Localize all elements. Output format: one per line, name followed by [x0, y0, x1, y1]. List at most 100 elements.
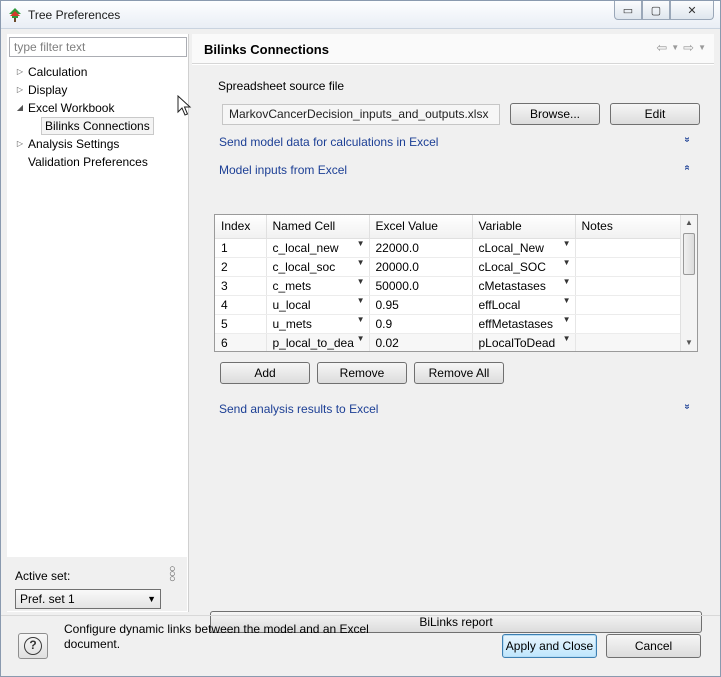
tree-item-excel-workbook[interactable]: ◢ Excel Workbook [7, 99, 189, 117]
filter-input[interactable] [9, 37, 187, 57]
back-menu-icon[interactable]: ▼ [671, 40, 679, 56]
help-icon: ? [24, 637, 42, 655]
table-row[interactable]: 2 c_local_soc ▼ 20000.0 cLocal_SOC ▼ [215, 257, 683, 277]
tree-item-bilinks-connections[interactable]: Bilinks Connections [7, 117, 189, 135]
active-set-value: Pref. set 1 [20, 592, 75, 606]
app-tree-icon [9, 8, 21, 22]
column-header-excel-value[interactable]: Excel Value [369, 215, 473, 239]
dropdown-arrow-icon[interactable]: ▼ [563, 277, 571, 286]
help-button[interactable]: ? [18, 633, 48, 659]
cell-excel-value: 50000.0 [369, 276, 473, 296]
forward-menu-icon[interactable]: ▼ [698, 40, 706, 56]
cell-variable[interactable]: effLocal ▼ [472, 295, 576, 315]
tree-item-validation-preferences[interactable]: Validation Preferences [7, 153, 189, 171]
scroll-down-icon[interactable]: ▼ [681, 335, 697, 351]
tree-item-analysis-settings[interactable]: ▷ Analysis Settings [7, 135, 189, 153]
model-inputs-section[interactable]: Model inputs from Excel [219, 163, 347, 177]
cell-notes[interactable] [575, 333, 683, 351]
expand-arrow-icon[interactable]: ▷ [15, 135, 25, 153]
dropdown-arrow-icon[interactable]: ▼ [357, 315, 365, 324]
table-row[interactable]: 6 p_local_to_dea ▼ 0.02 pLocalToDead ▼ [215, 333, 683, 351]
cell-index: 2 [215, 257, 267, 277]
remove-button[interactable]: Remove [317, 362, 407, 384]
cell-variable[interactable]: pLocalToDead ▼ [472, 333, 576, 351]
dropdown-arrow-icon[interactable]: ▼ [357, 334, 365, 343]
column-header-notes[interactable]: Notes [575, 215, 683, 239]
cell-excel-value: 20000.0 [369, 257, 473, 277]
cell-text: cMetastases [478, 278, 546, 293]
cell-notes[interactable] [575, 276, 683, 296]
back-arrow-icon[interactable]: ⇦ [656, 40, 667, 56]
dropdown-arrow-icon[interactable]: ▼ [357, 239, 365, 248]
cell-variable[interactable]: cLocal_SOC ▼ [472, 257, 576, 277]
expand-chevron-icon[interactable]: » [681, 137, 692, 143]
table-row[interactable]: 1 c_local_new ▼ 22000.0 cLocal_New ▼ [215, 238, 683, 258]
dropdown-arrow-icon[interactable]: ▼ [563, 258, 571, 267]
cell-variable[interactable]: cLocal_New ▼ [472, 238, 576, 258]
active-set-select[interactable]: Pref. set 1 ▼ [15, 589, 161, 609]
expand-arrow-icon[interactable]: ▷ [15, 81, 25, 99]
spreadsheet-source-label: Spreadsheet source file [218, 79, 345, 93]
send-analysis-results-section[interactable]: Send analysis results to Excel [219, 402, 378, 416]
cell-text: u_mets [272, 316, 312, 331]
table-row[interactable]: 4 u_local ▼ 0.95 effLocal ▼ [215, 295, 683, 315]
dropdown-arrow-icon: ▼ [147, 594, 156, 604]
maximize-button[interactable]: ▢ [642, 1, 670, 20]
cell-named-cell[interactable]: p_local_to_dea ▼ [266, 333, 370, 351]
cell-notes[interactable] [575, 238, 683, 258]
dropdown-arrow-icon[interactable]: ▼ [563, 239, 571, 248]
dropdown-arrow-icon[interactable]: ▼ [563, 315, 571, 324]
cell-named-cell[interactable]: u_mets ▼ [266, 314, 370, 334]
table-row[interactable]: 3 c_mets ▼ 50000.0 cMetastases ▼ [215, 276, 683, 296]
add-button[interactable]: Add [220, 362, 310, 384]
dropdown-arrow-icon[interactable]: ▼ [357, 258, 365, 267]
cell-excel-value: 0.9 [369, 314, 473, 334]
cancel-button[interactable]: Cancel [606, 634, 701, 658]
expand-chevron-icon[interactable]: » [681, 404, 692, 410]
cell-notes[interactable] [575, 295, 683, 315]
edit-button[interactable]: Edit [610, 103, 700, 125]
cell-variable[interactable]: cMetastases ▼ [472, 276, 576, 296]
scrollbar-thumb[interactable] [683, 233, 695, 275]
cell-named-cell[interactable]: c_mets ▼ [266, 276, 370, 296]
maximize-icon: ▢ [650, 4, 662, 17]
dropdown-arrow-icon[interactable]: ▼ [563, 296, 571, 305]
footer-separator [1, 615, 720, 616]
minimize-button[interactable]: ▭ [614, 1, 642, 20]
cell-text: c_mets [272, 278, 312, 293]
cell-text: p_local_to_dea [272, 335, 354, 350]
cell-named-cell[interactable]: c_local_new ▼ [266, 238, 370, 258]
column-header-variable[interactable]: Variable [472, 215, 576, 239]
cell-named-cell[interactable]: u_local ▼ [266, 295, 370, 315]
cell-notes[interactable] [575, 314, 683, 334]
more-options-icon[interactable]: ○ ○ ○ [169, 564, 176, 585]
forward-arrow-icon[interactable]: ⇨ [683, 40, 694, 56]
tree-item-calculation[interactable]: ▷ Calculation [7, 63, 189, 81]
tree-item-display[interactable]: ▷ Display [7, 81, 189, 99]
dropdown-arrow-icon[interactable]: ▼ [357, 277, 365, 286]
dropdown-arrow-icon[interactable]: ▼ [357, 296, 365, 305]
collapse-chevron-icon[interactable]: « [681, 165, 692, 171]
table-row[interactable]: 5 u_mets ▼ 0.9 effMetastases ▼ [215, 314, 683, 334]
dropdown-arrow-icon[interactable]: ▼ [563, 334, 571, 343]
cell-named-cell[interactable]: c_local_soc ▼ [266, 257, 370, 277]
scroll-up-icon[interactable]: ▲ [681, 215, 697, 231]
browse-button[interactable]: Browse... [510, 103, 600, 125]
column-header-named-cell[interactable]: Named Cell [266, 215, 370, 239]
table-vertical-scrollbar[interactable]: ▲ ▼ [680, 215, 697, 351]
close-button[interactable]: ✕ [670, 1, 714, 20]
tree-item-label: Validation Preferences [28, 155, 148, 169]
expand-arrow-icon[interactable]: ▷ [15, 63, 25, 81]
cell-notes[interactable] [575, 257, 683, 277]
page-description: Configure dynamic links between the mode… [64, 622, 369, 651]
cell-variable[interactable]: effMetastases ▼ [472, 314, 576, 334]
preferences-tree: ▷ Calculation ▷ Display ◢ Excel Workbook… [7, 63, 189, 171]
apply-and-close-button[interactable]: Apply and Close [502, 634, 597, 658]
close-icon: ✕ [687, 4, 697, 17]
table-header-row: Index Named Cell Excel Value Variable No… [215, 215, 683, 239]
column-header-index[interactable]: Index [215, 215, 267, 239]
send-model-data-section[interactable]: Send model data for calculations in Exce… [219, 135, 438, 149]
tree-item-label: Excel Workbook [28, 101, 115, 115]
collapse-arrow-icon[interactable]: ◢ [15, 99, 25, 117]
remove-all-button[interactable]: Remove All [414, 362, 504, 384]
